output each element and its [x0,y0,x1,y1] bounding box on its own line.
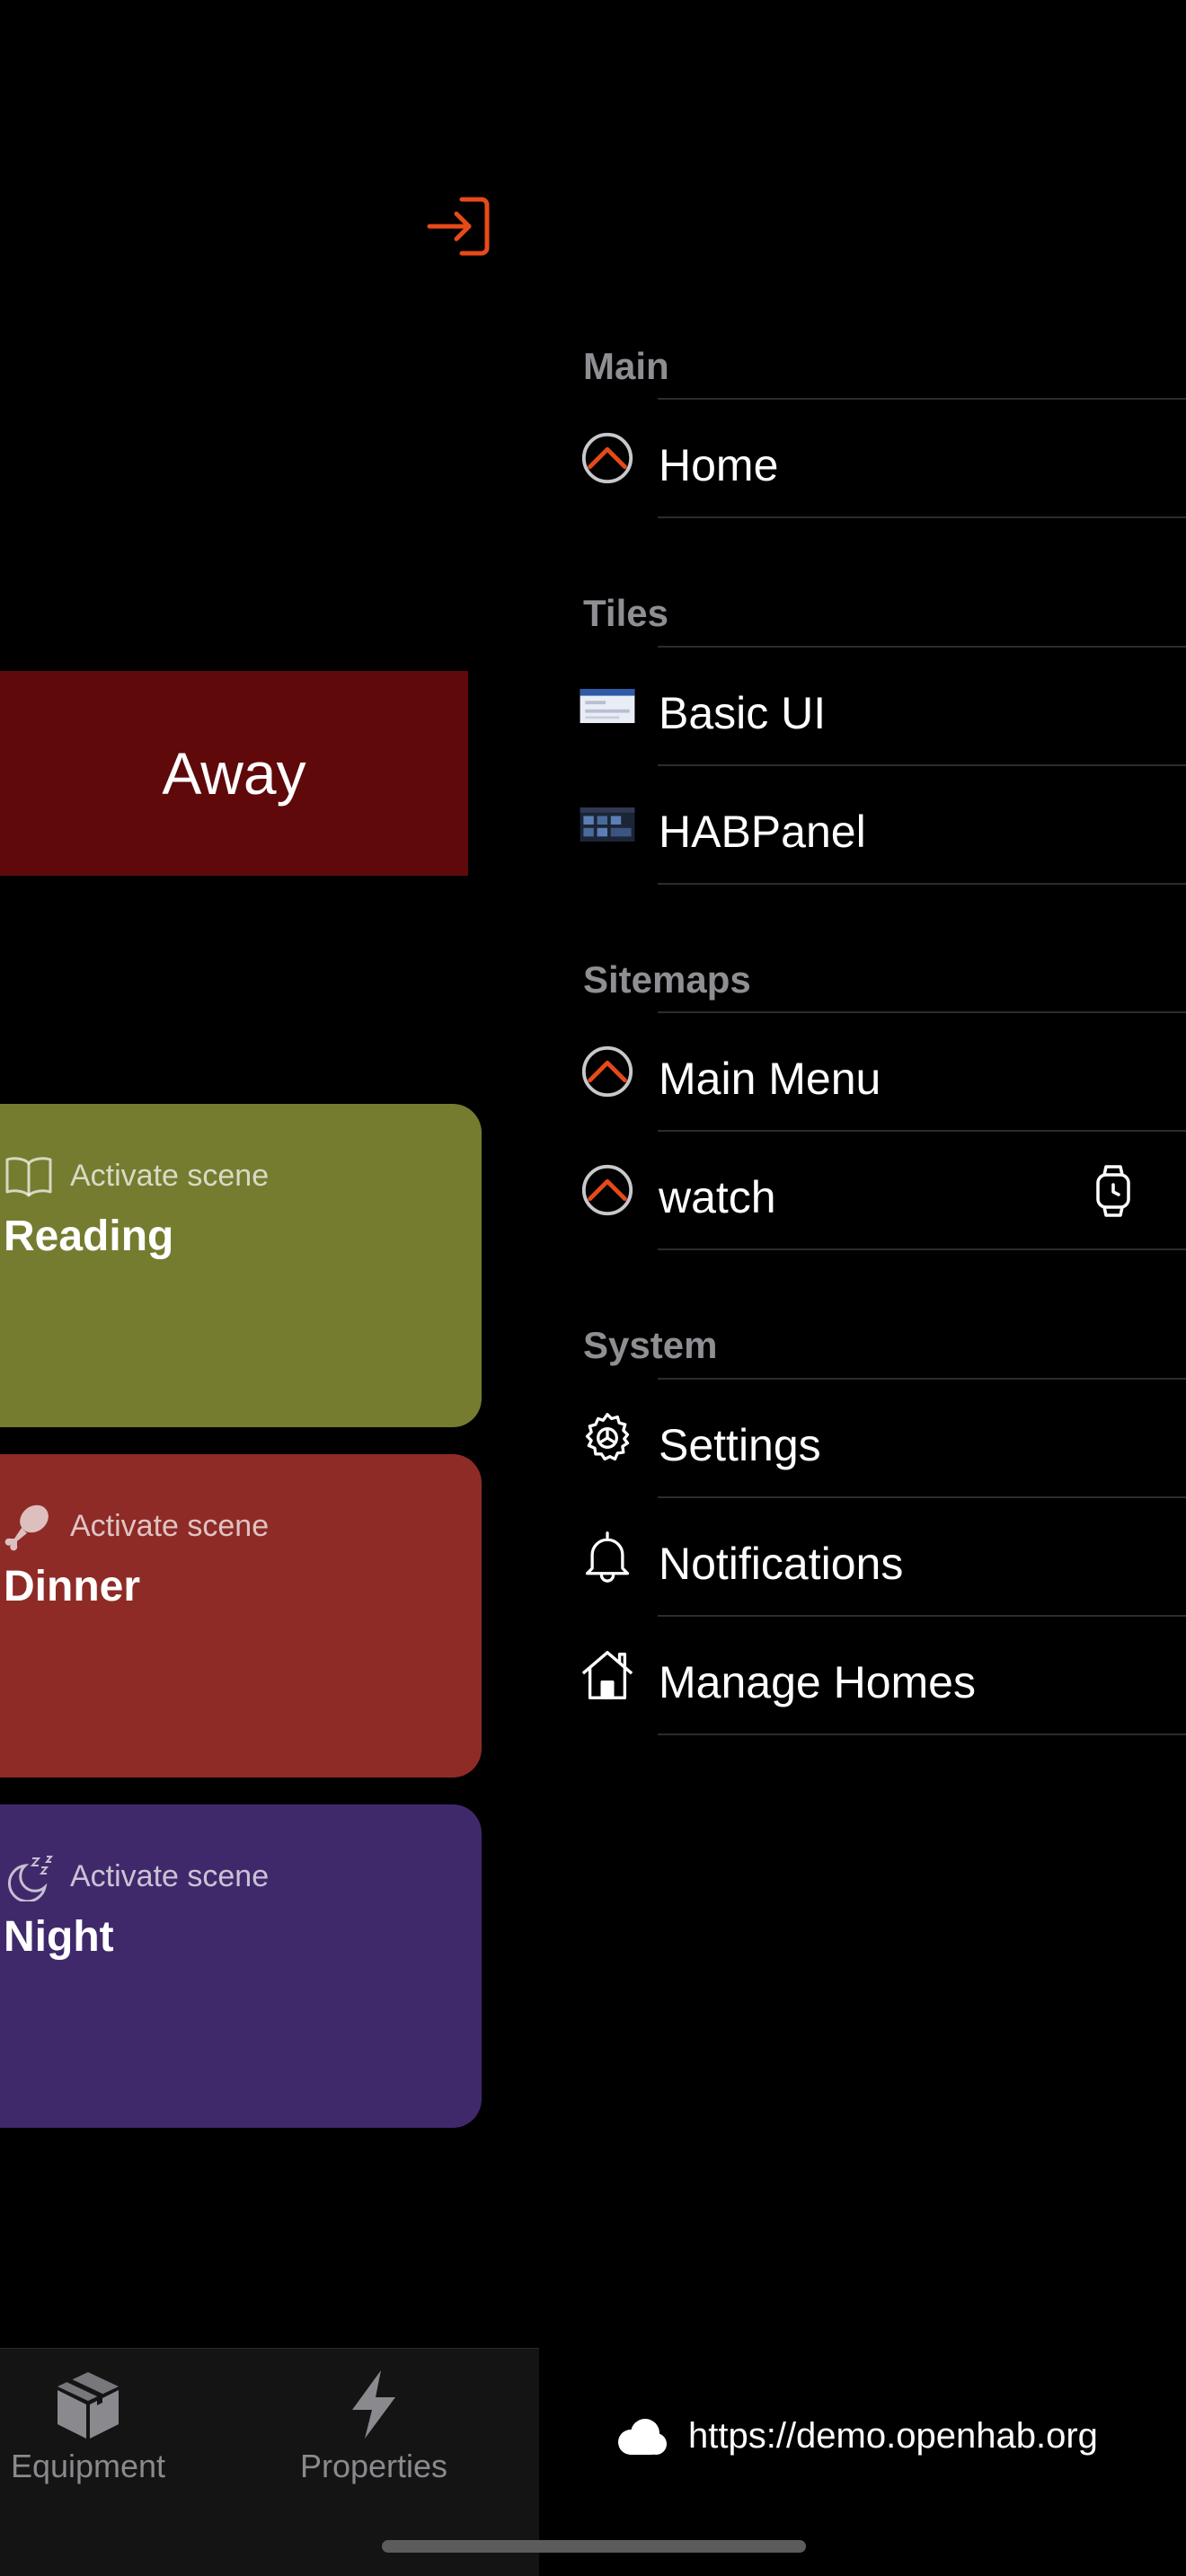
cloud-icon [618,2418,667,2455]
section-header-tiles: Tiles [583,592,668,634]
drawer-item-settings[interactable]: Settings [539,1380,1186,1498]
house-icon [579,1646,636,1704]
divider [658,1248,1186,1250]
sign-in-icon[interactable] [422,194,494,259]
drawer-item-habpanel[interactable]: HABPanel [539,766,1186,885]
scene-header: Activate scene [4,1851,269,1901]
section-header-system: System [583,1324,718,1366]
drawer-item-basic-ui[interactable]: Basic UI [539,648,1186,766]
openhab-logo-icon [579,1043,636,1100]
divider [658,516,1186,518]
tab-label: Properties [299,2448,448,2484]
server-url[interactable]: https://demo.openhab.org [613,2416,1098,2457]
gear-icon [579,1409,636,1467]
section-header-main: Main [583,345,669,387]
drawer-item-watch[interactable]: watch [539,1132,1186,1250]
scene-title: Reading [4,1213,174,1260]
drawer-item-label: Basic UI [659,688,827,738]
drawer-item-label: Home [659,440,779,490]
box-icon [58,2372,119,2439]
divider [658,1734,1186,1735]
drawer-item-home[interactable]: Home [539,400,1186,518]
openhab-logo-icon [579,429,636,487]
scene-card-dinner[interactable]: Activate scene Dinner [0,1454,482,1778]
drawer-item-label: Notifications [659,1539,904,1589]
tab-properties[interactable]: Properties [266,2367,482,2485]
drawer-item-label: HABPanel [659,807,866,857]
drawer-item-main-menu[interactable]: Main Menu [539,1013,1186,1132]
drawer-item-manage-homes[interactable]: Manage Homes [539,1617,1186,1735]
scene-subtitle: Activate scene [70,1158,270,1193]
home-indicator[interactable] [382,2540,806,2553]
bolt-icon [352,2370,395,2439]
drawer-item-label: watch [659,1172,776,1222]
scene-card-night[interactable]: Activate scene Night [0,1804,482,2128]
tab-label: Equipment [10,2448,166,2484]
book-icon [5,1157,52,1197]
bell-icon [579,1528,636,1585]
tab-equipment[interactable]: Equipment [0,2367,196,2485]
drawer-item-label: Settings [659,1420,821,1470]
section-header-sitemaps: Sitemaps [583,958,751,1001]
openhab-logo-icon [579,1161,636,1219]
drumstick-icon [4,1504,49,1551]
scene-header: Activate scene [4,1151,269,1201]
habpanel-thumbnail-icon [579,796,636,853]
divider [658,883,1186,885]
watch-icon [1096,1165,1130,1217]
scene-title: Night [4,1913,114,1961]
drawer-item-notifications[interactable]: Notifications [539,1498,1186,1617]
moon-icon [7,1856,54,1901]
drawer-item-label: Main Menu [659,1054,881,1104]
background-page: Away Activate scene Reading Activate sce… [0,0,539,2576]
scene-subtitle: Activate scene [70,1508,270,1543]
side-drawer: Main Home Tiles Basic UI HABPanel Sitema… [539,0,1186,2576]
scene-subtitle: Activate scene [70,1858,270,1893]
app-screen: Away Activate scene Reading Activate sce… [0,0,1186,2576]
scene-card-reading[interactable]: Activate scene Reading [0,1104,482,1427]
away-button[interactable]: Away [0,671,468,876]
drawer-item-label: Manage Homes [659,1657,976,1707]
away-label: Away [162,740,306,807]
basic-ui-thumbnail-icon [579,677,636,735]
scene-header: Activate scene [4,1501,269,1551]
scene-title: Dinner [4,1563,141,1610]
server-url-text: https://demo.openhab.org [688,2416,1098,2456]
